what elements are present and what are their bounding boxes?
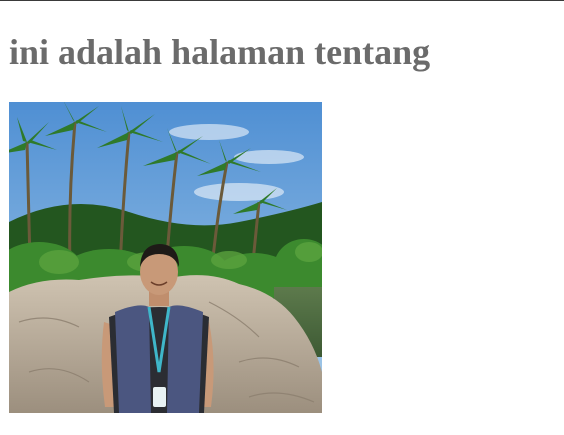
profile-photo [9, 102, 322, 413]
page-title: ini adalah halaman tentang [9, 32, 431, 72]
top-divider [0, 0, 564, 1]
